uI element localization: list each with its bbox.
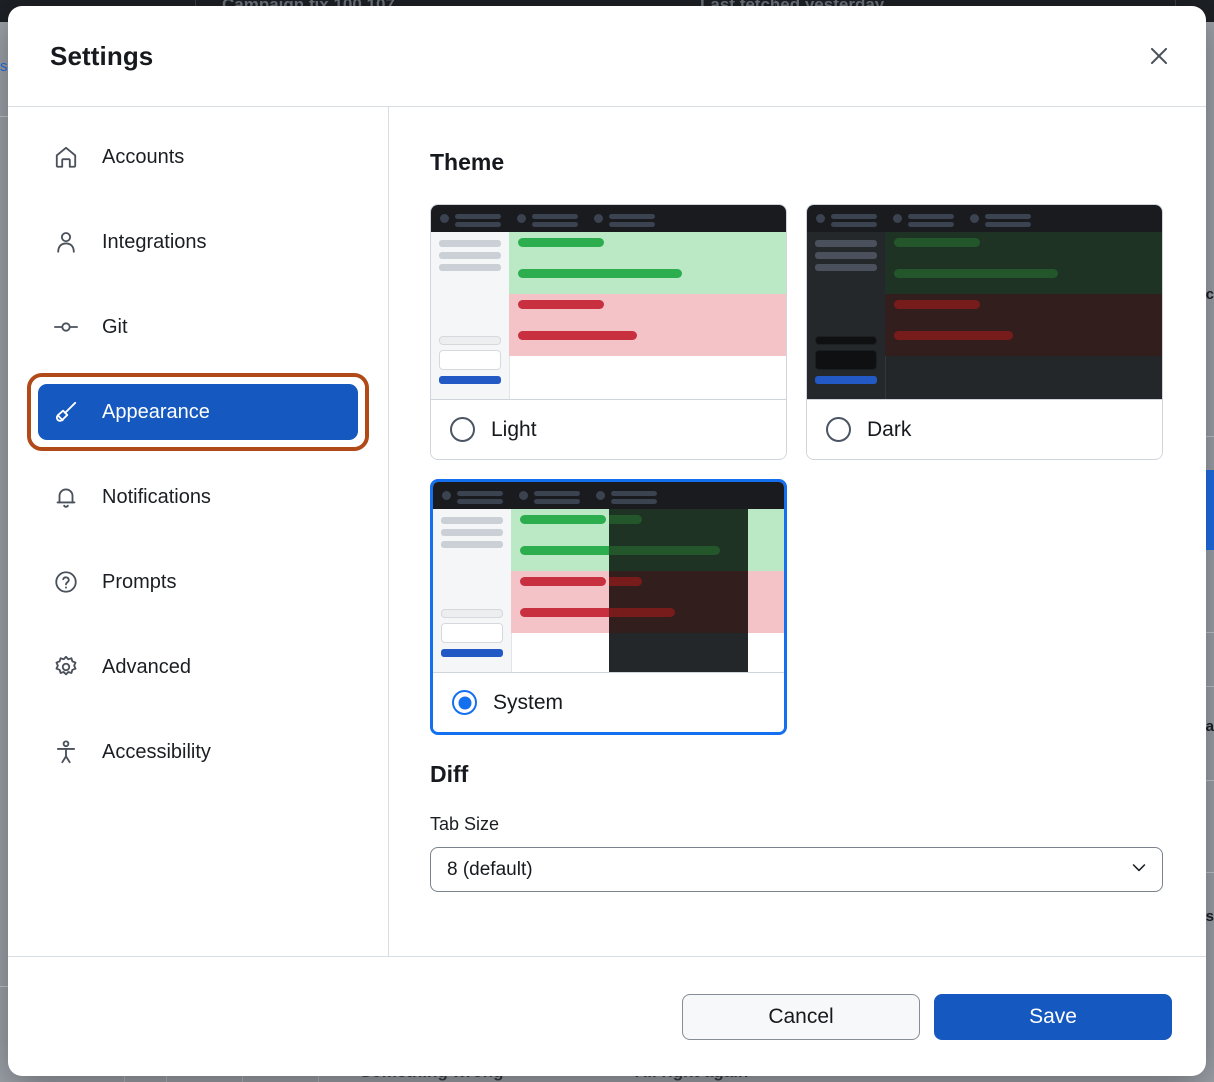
sidebar-item-label: Integrations bbox=[102, 231, 207, 254]
dialog-body: Accounts Integrations bbox=[8, 107, 1206, 956]
sidebar-item-appearance[interactable]: Appearance bbox=[38, 384, 358, 440]
theme-section-title: Theme bbox=[430, 149, 1172, 176]
sidebar-item-label: Advanced bbox=[102, 656, 191, 679]
theme-option-light[interactable]: Light bbox=[430, 204, 787, 460]
tab-size-value: 8 (default) bbox=[447, 859, 533, 881]
sidebar-item-integrations[interactable]: Integrations bbox=[38, 214, 358, 270]
theme-option-dark[interactable]: Dark bbox=[806, 204, 1163, 460]
sidebar-item-label: Notifications bbox=[102, 486, 211, 509]
accessibility-icon bbox=[52, 738, 80, 766]
gear-icon bbox=[52, 653, 80, 681]
theme-option-label: System bbox=[493, 691, 563, 715]
sidebar-item-label: Accessibility bbox=[102, 741, 211, 764]
sidebar-item-advanced[interactable]: Advanced bbox=[38, 639, 358, 695]
page-title: Settings bbox=[50, 41, 153, 72]
theme-option-footer[interactable]: Light bbox=[431, 399, 786, 459]
background-left-link: s bbox=[0, 58, 8, 75]
question-circle-icon bbox=[52, 568, 80, 596]
dialog-footer: Cancel Save bbox=[8, 956, 1206, 1076]
chevron-down-icon bbox=[1129, 857, 1149, 882]
appearance-panel: Theme bbox=[389, 107, 1206, 956]
background-right-label-2: a bbox=[1206, 718, 1214, 735]
sidebar-item-label: Accounts bbox=[102, 146, 184, 169]
theme-options-grid: Light bbox=[430, 204, 1172, 735]
theme-option-label: Light bbox=[491, 418, 537, 442]
save-button[interactable]: Save bbox=[934, 994, 1172, 1040]
sidebar-item-git[interactable]: Git bbox=[38, 299, 358, 355]
sidebar-item-label: Prompts bbox=[102, 571, 176, 594]
background-right-label-3: s bbox=[1206, 908, 1214, 925]
home-icon bbox=[52, 143, 80, 171]
tab-size-select-wrapper: 8 (default) bbox=[430, 847, 1163, 892]
tab-size-select[interactable]: 8 (default) bbox=[430, 847, 1163, 892]
close-button[interactable] bbox=[1138, 35, 1180, 77]
sidebar-item-label: Git bbox=[102, 316, 128, 339]
radio-dark[interactable] bbox=[826, 417, 851, 442]
theme-option-footer[interactable]: System bbox=[433, 672, 784, 732]
theme-preview-system bbox=[433, 482, 784, 672]
theme-preview-light bbox=[431, 205, 786, 399]
paintbrush-icon bbox=[52, 398, 80, 426]
sidebar-item-label: Appearance bbox=[102, 401, 210, 424]
cancel-button[interactable]: Cancel bbox=[682, 994, 920, 1040]
sidebar-item-notifications[interactable]: Notifications bbox=[38, 469, 358, 525]
radio-light[interactable] bbox=[450, 417, 475, 442]
settings-sidebar: Accounts Integrations bbox=[8, 107, 389, 956]
sidebar-item-accounts[interactable]: Accounts bbox=[38, 129, 358, 185]
theme-option-system[interactable]: System bbox=[430, 479, 787, 735]
theme-option-label: Dark bbox=[867, 418, 911, 442]
bell-icon bbox=[52, 483, 80, 511]
theme-option-footer[interactable]: Dark bbox=[807, 399, 1162, 459]
theme-preview-dark bbox=[807, 205, 1162, 399]
close-icon bbox=[1146, 43, 1172, 69]
settings-dialog: Settings Accounts bbox=[8, 6, 1206, 1076]
sidebar-item-accessibility[interactable]: Accessibility bbox=[38, 724, 358, 780]
sidebar-item-prompts[interactable]: Prompts bbox=[38, 554, 358, 610]
person-icon bbox=[52, 228, 80, 256]
diff-section-title: Diff bbox=[430, 761, 1172, 788]
tab-size-label: Tab Size bbox=[430, 814, 1172, 835]
dialog-header: Settings bbox=[8, 6, 1206, 107]
radio-system[interactable] bbox=[452, 690, 477, 715]
git-commit-icon bbox=[52, 313, 80, 341]
